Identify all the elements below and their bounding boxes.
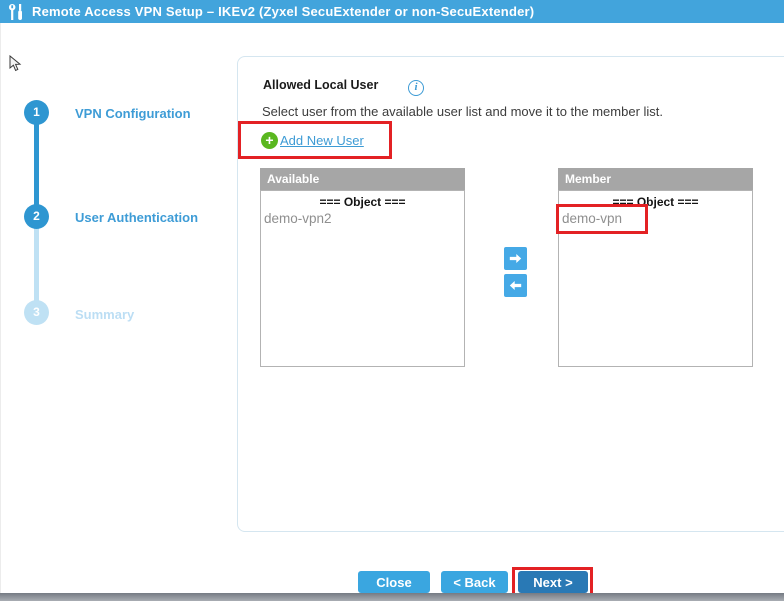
step-1-circle: 1 [24, 100, 49, 125]
arrow-right-icon [509, 252, 522, 265]
step-3-circle: 3 [24, 300, 49, 325]
step-connector-1-2 [34, 123, 39, 206]
add-new-user-link[interactable]: + Add New User [261, 132, 364, 149]
available-listbox[interactable]: === Object === demo-vpn2 [260, 190, 465, 367]
available-object-separator: === Object === [261, 195, 464, 209]
step-connector-2-3 [34, 227, 39, 302]
back-button[interactable]: < Back [441, 571, 508, 593]
info-icon[interactable]: i [408, 80, 424, 96]
allowed-local-user-heading: Allowed Local User [263, 78, 378, 92]
wizard-titlebar: Remote Access VPN Setup – IKEv2 (Zyxel S… [0, 0, 784, 23]
instruction-text: Select user from the available user list… [262, 104, 663, 119]
close-button[interactable]: Close [358, 571, 430, 593]
window-bottom-bar [0, 593, 784, 601]
step-2-label-user-authentication: User Authentication [75, 210, 198, 225]
available-list-header: Available [260, 168, 465, 190]
member-object-separator: === Object === [559, 195, 752, 209]
window-left-edge [0, 23, 1, 593]
member-listbox[interactable]: === Object === demo-vpn [558, 190, 753, 367]
step-2-circle: 2 [24, 204, 49, 229]
step-1-label-vpn-configuration: VPN Configuration [75, 106, 191, 121]
arrow-left-icon [509, 279, 522, 292]
step-3-label-summary: Summary [75, 307, 134, 322]
plus-icon[interactable]: + [261, 132, 278, 149]
wizard-title: Remote Access VPN Setup – IKEv2 (Zyxel S… [32, 4, 534, 19]
mouse-cursor [9, 55, 22, 72]
member-list-item[interactable]: demo-vpn [559, 211, 752, 226]
tools-icon [9, 4, 24, 20]
add-new-user-label[interactable]: Add New User [280, 133, 364, 148]
move-right-button[interactable] [504, 247, 527, 270]
move-left-button[interactable] [504, 274, 527, 297]
available-list-item[interactable]: demo-vpn2 [261, 211, 464, 226]
next-button[interactable]: Next > [518, 571, 588, 593]
member-list-header: Member [558, 168, 753, 190]
